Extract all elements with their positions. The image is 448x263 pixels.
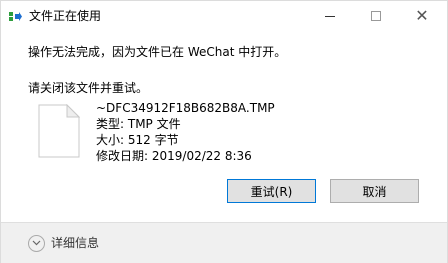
details-toggle[interactable]: 详细信息 (28, 234, 99, 252)
file-modified: 修改日期: 2019/02/22 8:36 (96, 149, 252, 163)
title-bar: 文件正在使用 ✕ (1, 1, 447, 31)
file-name: ~DFC34912F18B682B8A.TMP (96, 101, 275, 115)
file-details: ~DFC34912F18B682B8A.TMP 类型: TMP 文件 大小: 5… (96, 100, 275, 164)
file-in-use-dialog: 文件正在使用 ✕ 操作无法完成，因为文件已在 WeChat 中打开。 请关闭该文… (0, 0, 448, 263)
close-icon: ✕ (415, 6, 429, 25)
window-title: 文件正在使用 (29, 9, 102, 23)
retry-button[interactable]: 重试(R) (227, 179, 316, 203)
close-button[interactable]: ✕ (399, 1, 445, 31)
details-label: 详细信息 (51, 236, 100, 250)
chevron-down-icon (28, 234, 45, 252)
main-message: 操作无法完成，因为文件已在 WeChat 中打开。 (28, 45, 287, 59)
file-size: 大小: 512 字节 (96, 133, 179, 147)
minimize-button[interactable] (307, 1, 353, 31)
maximize-button[interactable] (353, 1, 399, 31)
file-type: 类型: TMP 文件 (96, 117, 181, 131)
maximize-icon (371, 11, 381, 21)
file-in-use-icon (9, 12, 22, 21)
minimize-icon (325, 15, 335, 17)
dialog-footer: 详细信息 (1, 222, 447, 263)
blank-file-icon (38, 104, 80, 158)
cancel-button[interactable]: 取消 (330, 179, 419, 203)
instruction-message: 请关闭该文件并重试。 (28, 81, 149, 95)
